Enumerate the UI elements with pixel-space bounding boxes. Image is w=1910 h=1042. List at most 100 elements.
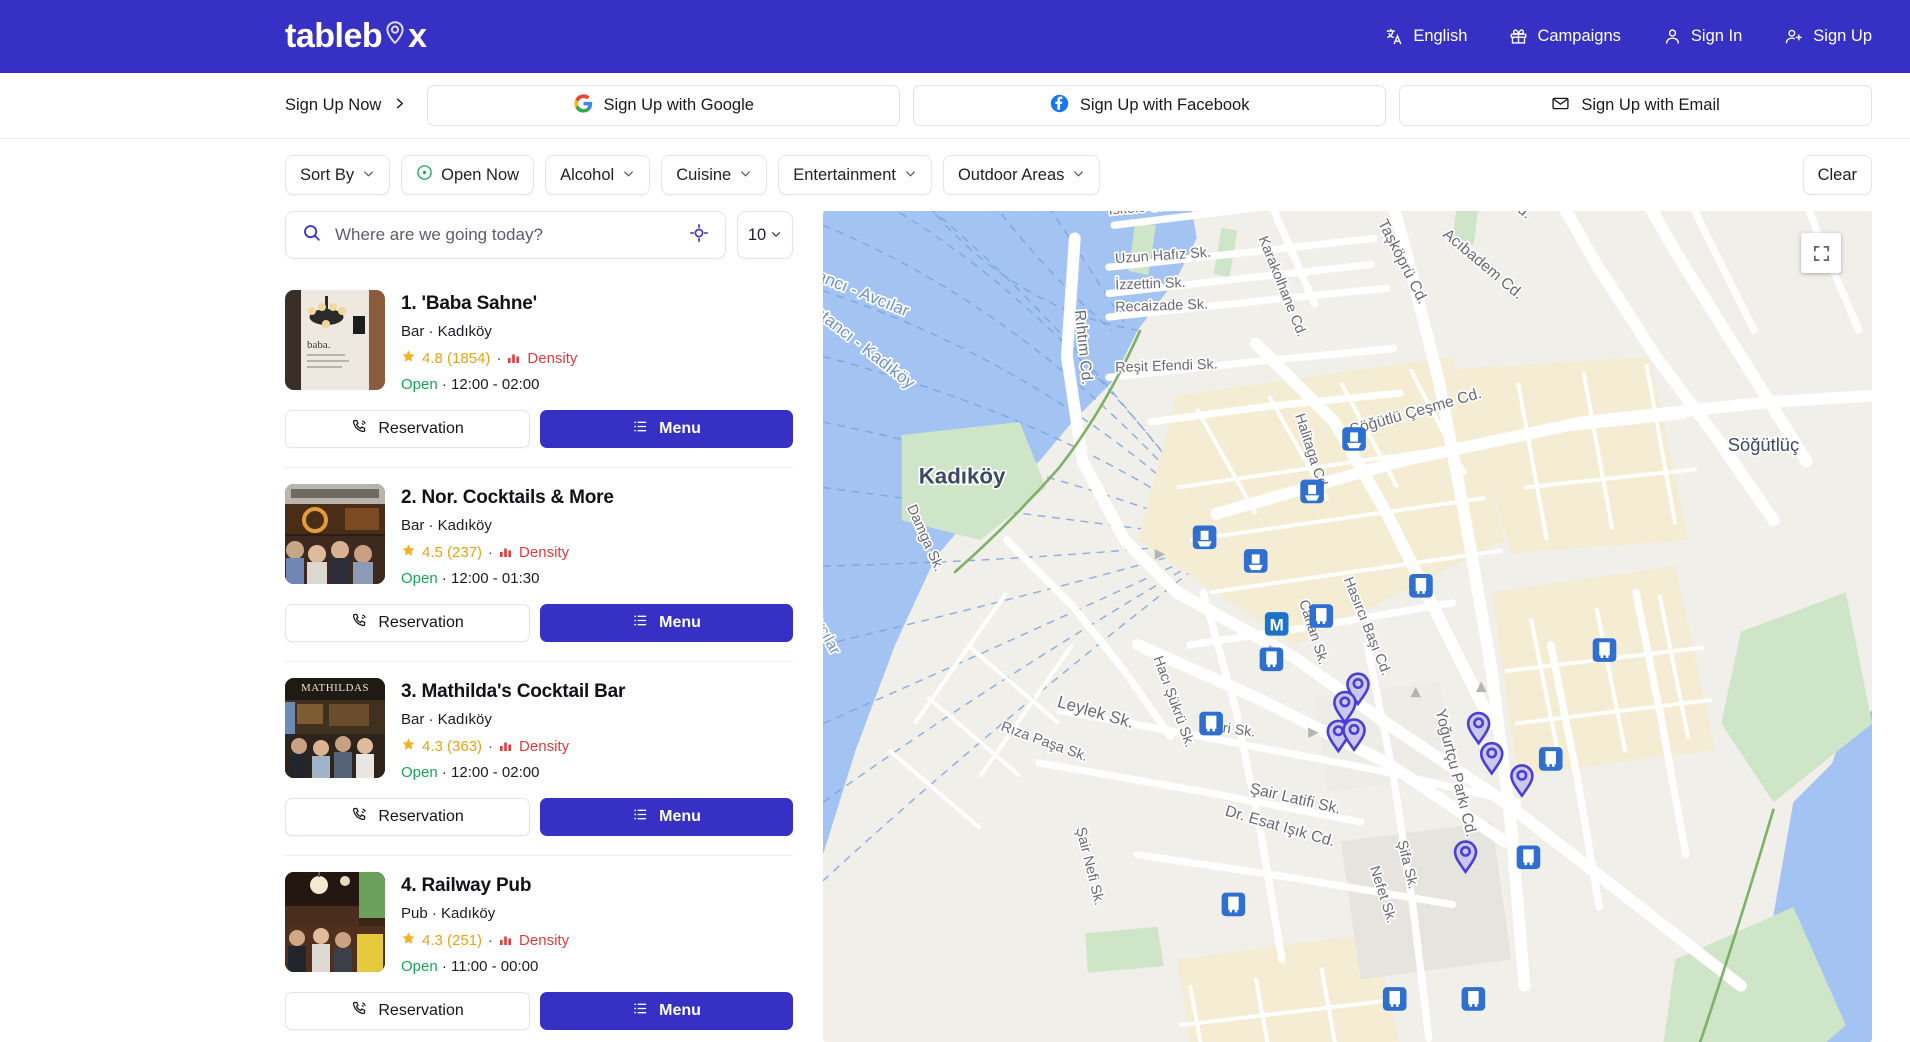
venue-rating-row: 4.3 (363) · Density — [401, 737, 625, 756]
filter-bar: Sort By Open Now Alcohol Cuisine Enterta… — [0, 139, 1910, 211]
menu-label: Menu — [659, 420, 701, 438]
nav-item-sign-in[interactable]: Sign In — [1663, 27, 1742, 46]
map-poi-ferry[interactable] — [1300, 480, 1324, 504]
map-poi-ferry[interactable] — [1193, 526, 1217, 550]
map-poi-bus[interactable] — [1593, 638, 1617, 662]
separator-dot: · — [496, 350, 501, 367]
signup-google-button[interactable]: Sign Up with Google — [427, 85, 900, 126]
clear-filters-button[interactable]: Clear — [1803, 155, 1872, 195]
venue-rating-value: 4.3 (363) — [422, 738, 482, 755]
venue-rating-row: 4.8 (1854) · Density — [401, 349, 577, 368]
chevron-down-icon — [362, 166, 375, 185]
translate-icon — [1385, 27, 1404, 46]
search-row: 10 — [285, 211, 793, 259]
chevron-down-icon — [904, 166, 917, 185]
fullscreen-button[interactable] — [1801, 233, 1841, 273]
map-poi-bus[interactable] — [1260, 647, 1284, 671]
venue-thumbnail[interactable]: MATHILDAS — [285, 678, 385, 778]
search-input[interactable] — [335, 225, 676, 245]
signup-facebook-button[interactable]: Sign Up with Facebook — [913, 85, 1386, 126]
reservation-button[interactable]: Reservation — [285, 604, 530, 642]
logo[interactable]: tableb x — [285, 17, 427, 56]
map-poi-bus[interactable] — [1383, 987, 1407, 1011]
reservation-label: Reservation — [378, 1002, 463, 1020]
fullscreen-icon — [1812, 244, 1831, 263]
menu-button[interactable]: Menu — [540, 798, 793, 836]
svg-text:M: M — [1270, 615, 1284, 634]
venue-thumbnail[interactable]: baba. — [285, 290, 385, 390]
filter-chip-alcohol[interactable]: Alcohol — [545, 155, 650, 195]
reservation-button[interactable]: Reservation — [285, 992, 530, 1030]
crosshair-icon[interactable] — [689, 223, 709, 248]
map-poi-bus[interactable] — [1222, 893, 1246, 917]
reservation-button[interactable]: Reservation — [285, 798, 530, 836]
density-icon — [499, 544, 513, 562]
menu-button[interactable]: Menu — [540, 604, 793, 642]
nav-label: Sign In — [1691, 27, 1742, 46]
density-label: Density — [519, 932, 569, 949]
signup-email-button[interactable]: Sign Up with Email — [1399, 85, 1872, 126]
map-svg[interactable]: HaydarpaşaBostancı - AvcılarBostancı - K… — [823, 211, 1872, 1042]
map-poi-ferry[interactable] — [1342, 427, 1366, 451]
filter-chip-cuisine[interactable]: Cuisine — [661, 155, 767, 195]
user-plus-icon — [1784, 27, 1804, 46]
venue-thumbnail[interactable] — [285, 484, 385, 584]
map-street-label: İzzettin Sk. — [1115, 273, 1186, 293]
result-count-value: 10 — [748, 226, 766, 245]
chevron-down-icon — [622, 166, 635, 185]
opening-hours: · 12:00 - 02:00 — [442, 376, 540, 393]
card-actions: Reservation Menu — [285, 992, 793, 1030]
site-header: tableb x English Campaigns Sign In — [0, 0, 1910, 73]
map-poi-metro[interactable]: M — [1265, 612, 1289, 636]
nav-item-sign-up[interactable]: Sign Up — [1784, 27, 1872, 46]
filter-label: Outdoor Areas — [958, 166, 1064, 185]
user-icon — [1663, 27, 1682, 46]
filter-chip-open-now[interactable]: Open Now — [401, 155, 534, 195]
search-box[interactable] — [285, 211, 726, 259]
nav-item-campaigns[interactable]: Campaigns — [1509, 27, 1620, 46]
menu-button[interactable]: Menu — [540, 992, 793, 1030]
signup-button-label: Sign Up with Email — [1581, 96, 1719, 115]
map-poi-ferry[interactable] — [1244, 549, 1268, 573]
results-panel: 10 baba. — [285, 211, 793, 1042]
filter-chip-outdoor-areas[interactable]: Outdoor Areas — [943, 155, 1100, 195]
map-poi-bus[interactable] — [1309, 604, 1333, 628]
venue-rating-value: 4.8 (1854) — [422, 350, 490, 367]
logo-text-primary: tableb — [285, 17, 382, 56]
nav-label: Sign Up — [1813, 27, 1872, 46]
map-street-label: Söğütlüç — [1728, 434, 1799, 455]
filter-chip-sort-by[interactable]: Sort By — [285, 155, 390, 195]
list-item[interactable]: 2. Nor. Cocktails & More Bar · Kadıköy 4… — [285, 468, 793, 662]
nav-item-language[interactable]: English — [1385, 27, 1467, 46]
phone-icon — [351, 612, 368, 634]
open-status: Open — [401, 376, 438, 393]
venue-category: Bar · Kadıköy — [401, 517, 614, 534]
list-item[interactable]: baba. 1. 'Baba Sahne' Bar · Kadıköy 4.8 … — [285, 274, 793, 468]
card-actions: Reservation Menu — [285, 798, 793, 836]
map-poi-bus[interactable] — [1409, 574, 1433, 598]
phone-icon — [351, 418, 368, 440]
opening-hours: · 12:00 - 01:30 — [442, 570, 540, 587]
map-canvas[interactable]: HaydarpaşaBostancı - AvcılarBostancı - K… — [823, 211, 1872, 1042]
card-actions: Reservation Menu — [285, 604, 793, 642]
card-actions: Reservation Menu — [285, 410, 793, 448]
list-item[interactable]: MATHILDAS — [285, 662, 793, 856]
logo-text-secondary: x — [408, 17, 426, 56]
map-poi-bus[interactable] — [1199, 712, 1223, 736]
menu-button[interactable]: Menu — [540, 410, 793, 448]
density-icon — [499, 932, 513, 950]
search-icon — [302, 223, 322, 248]
list-icon — [632, 612, 649, 634]
venue-thumbnail[interactable] — [285, 872, 385, 972]
list-icon — [632, 418, 649, 440]
map-poi-bus[interactable] — [1462, 987, 1486, 1011]
signup-now-link[interactable]: Sign Up Now — [285, 96, 406, 115]
result-count-select[interactable]: 10 — [737, 211, 793, 259]
list-item[interactable]: 4. Railway Pub Pub · Kadıköy 4.3 (251) ·… — [285, 856, 793, 1042]
reservation-button[interactable]: Reservation — [285, 410, 530, 448]
map-poi-bus[interactable] — [1539, 747, 1563, 771]
map-poi-bus[interactable] — [1517, 845, 1541, 869]
map-pin-icon — [382, 19, 408, 47]
opening-hours: · 11:00 - 00:00 — [442, 958, 538, 975]
filter-chip-entertainment[interactable]: Entertainment — [778, 155, 932, 195]
